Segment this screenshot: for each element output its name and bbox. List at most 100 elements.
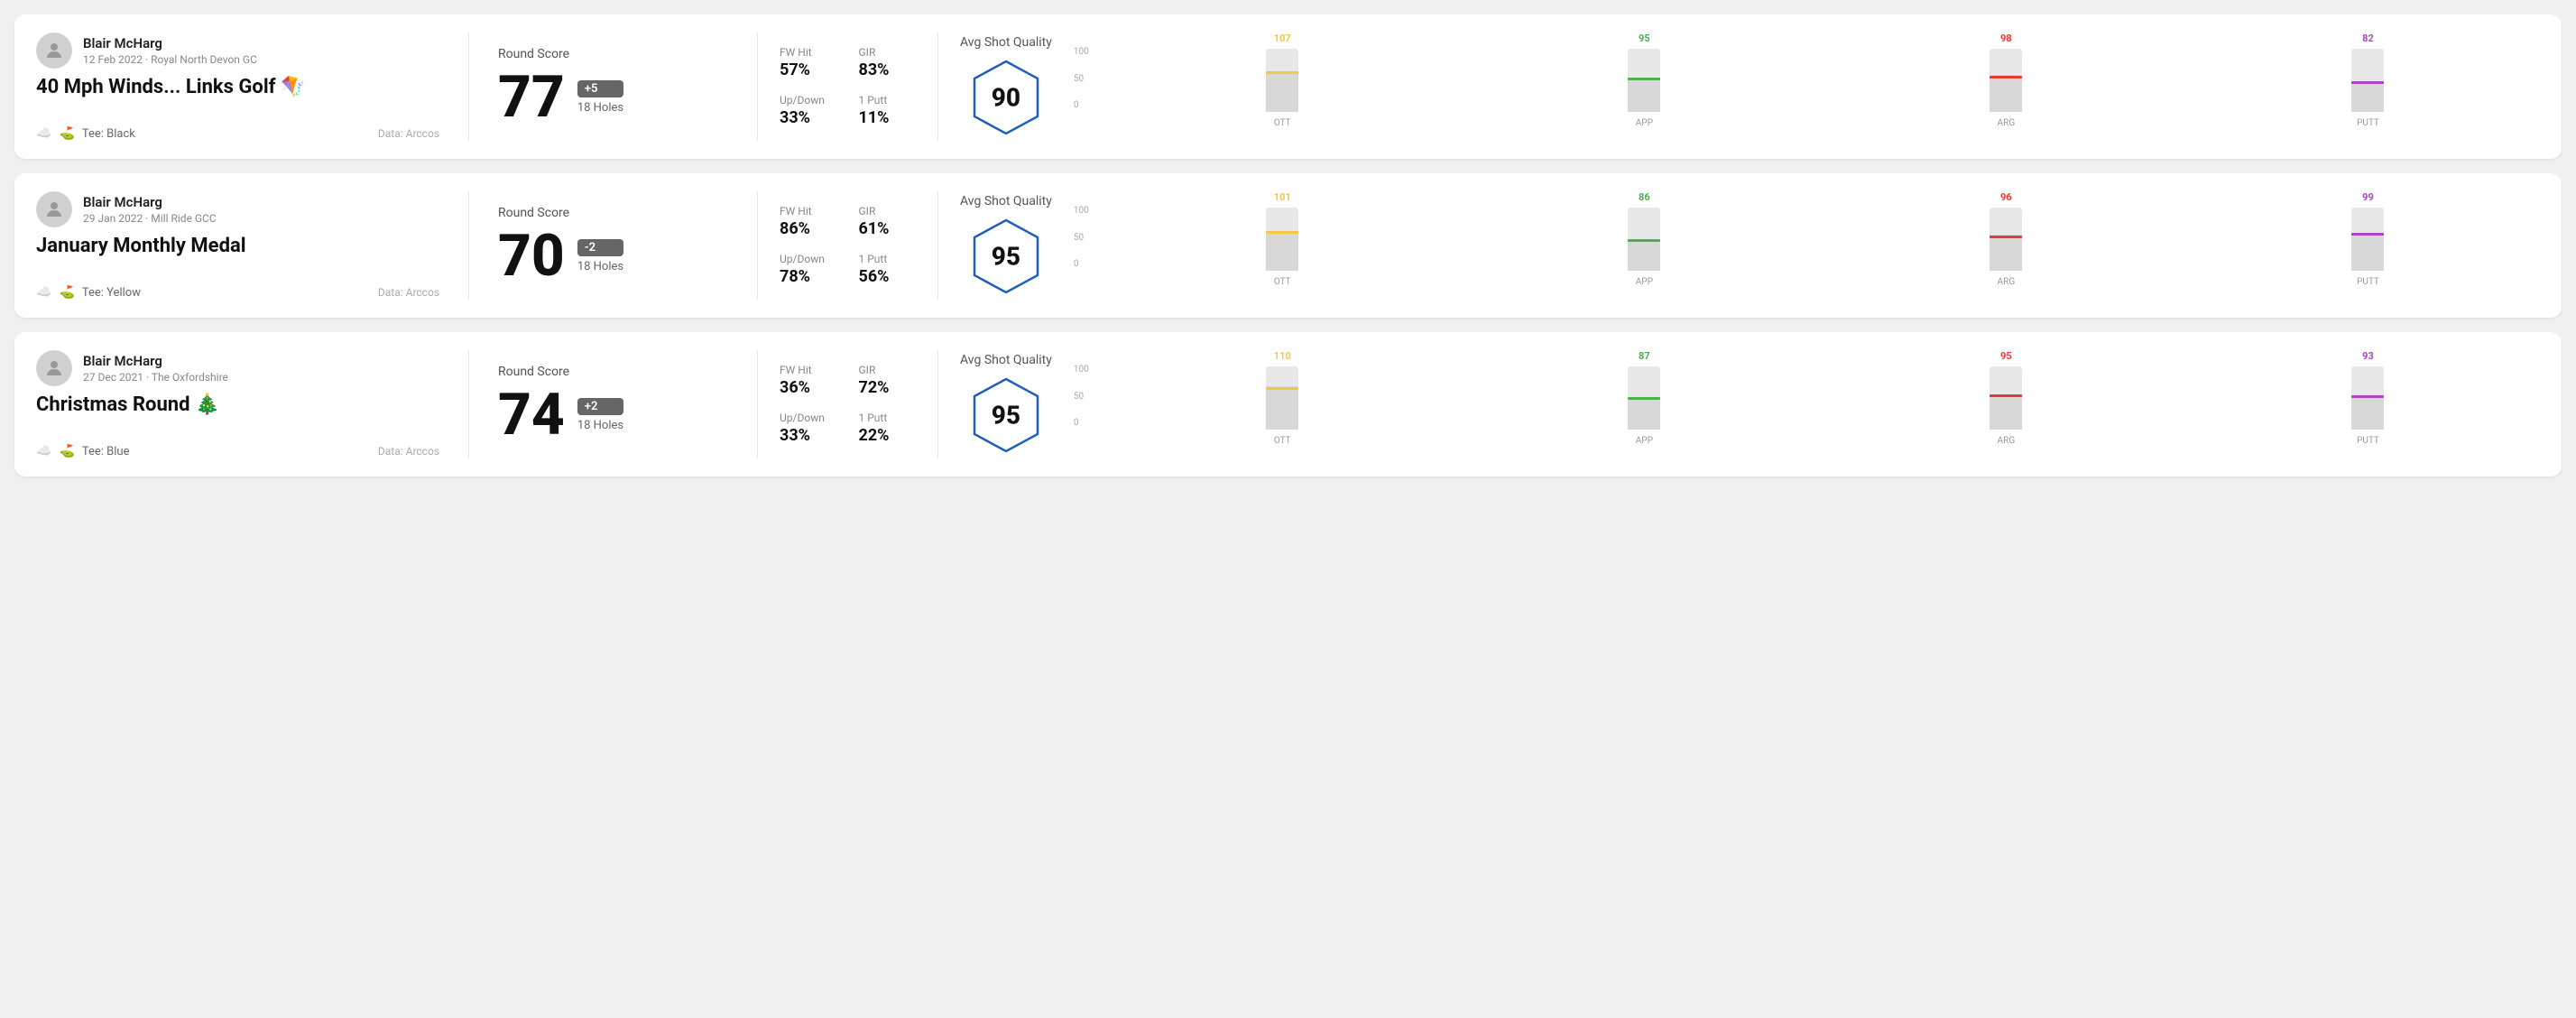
round-score-label-3: Round Score [498,365,728,379]
gir-stat-2: GIR 61% [859,205,917,238]
score-row-1: 77 +5 18 Holes [498,69,728,126]
player-date-course-1: 12 Feb 2022 · Royal North Devon GC [83,53,257,66]
bar-fill [1628,239,1660,271]
bar-wrapper [1990,366,2022,430]
round-card-1[interactable]: Blair McHarg 12 Feb 2022 · Royal North D… [14,14,2562,159]
holes-label-2: 18 Holes [577,260,623,273]
card-right-1: Avg Shot Quality 90 100500107OTT95APP98A… [938,32,2540,141]
y-axis-label: 0 [1074,100,1089,110]
round-card-2[interactable]: Blair McHarg 29 Jan 2022 · Mill Ride GCC… [14,173,2562,318]
bar-col-1: 110 OTT [1111,350,1454,446]
bar-col-4: 82PUTT [2196,32,2540,128]
y-axis-2: 100500 [1074,206,1093,269]
bar-top-label: 86 [1639,191,1650,203]
player-name-3: Blair McHarg [83,353,228,369]
bar-col-2: 86APP [1473,191,1816,287]
stat-group-top-3: FW Hit 36% GIR 72% [780,364,916,397]
bar-wrapper [1266,366,1298,430]
bar-x-label: PUTT [2357,277,2379,287]
weather-icon-2: ☁️ [36,285,51,300]
bar-marker [2351,395,2384,398]
avg-shot-section-1: Avg Shot Quality 90 [960,35,1052,138]
updown-value-3: 33% [780,426,837,445]
stat-group-bot-2: Up/Down 78% 1 Putt 56% [780,253,916,286]
oneputt-label-3: 1 Putt [859,412,917,424]
bar-x-label: APP [1636,436,1653,446]
bar-wrapper [1628,208,1660,271]
card-stats-1: FW Hit 57% GIR 83% Up/Down 33% 1 Putt 11… [758,32,938,141]
bar-wrapper [1990,49,2022,112]
bar-marker [2351,81,2384,84]
card-footer-2: ☁️ ⛳ Tee: Yellow Data: Arccos [36,285,439,300]
bar-top-label: 95 [1639,32,1650,44]
avg-shot-section-3: Avg Shot Quality 95 [960,353,1052,456]
updown-stat-2: Up/Down 78% [780,253,837,286]
hexagon-3: 95 [965,375,1047,456]
avatar-3 [36,350,72,386]
bar-marker [1990,236,2022,238]
bar-wrapper [1628,49,1660,112]
gir-value-1: 83% [859,60,917,79]
fw-hit-stat-1: FW Hit 57% [780,46,837,79]
bar-x-label: ARG [1998,118,2016,128]
y-axis-label: 100 [1074,206,1089,216]
bar-marker [1628,397,1660,400]
bar-top-label: 110 [1274,350,1291,362]
y-axis-label: 50 [1074,233,1089,243]
bar-wrapper [1266,49,1298,112]
stat-group-bot-3: Up/Down 33% 1 Putt 22% [780,412,916,445]
bar-top-label: 93 [2362,350,2374,362]
oneputt-stat-2: 1 Putt 56% [859,253,917,286]
oneputt-stat-1: 1 Putt 11% [859,94,917,127]
y-axis-label: 100 [1074,365,1089,375]
tee-info-2: ☁️ ⛳ Tee: Yellow [36,285,141,300]
bar-top-label: 99 [2362,191,2374,203]
bar-fill [1628,397,1660,430]
data-source-3: Data: Arccos [378,445,439,458]
bar-top-label: 82 [2362,32,2374,44]
oneputt-value-3: 22% [859,426,917,445]
player-date-course-2: 29 Jan 2022 · Mill Ride GCC [83,212,217,225]
bag-icon-2: ⛳ [59,285,74,300]
data-source-2: Data: Arccos [378,286,439,299]
oneputt-value-2: 56% [859,267,917,286]
bar-fill [1266,386,1298,430]
card-left-3: Blair McHarg 27 Dec 2021 · The Oxfordshi… [36,350,469,458]
stat-group-bot-1: Up/Down 33% 1 Putt 11% [780,94,916,127]
bar-marker [2351,233,2384,236]
bar-fill [1266,71,1298,113]
avg-shot-label-3: Avg Shot Quality [960,353,1052,367]
tee-label-3: Tee: Blue [82,445,130,458]
bar-x-label: ARG [1998,277,2016,287]
data-source-1: Data: Arccos [378,127,439,140]
card-left-2: Blair McHarg 29 Jan 2022 · Mill Ride GCC… [36,191,469,300]
tee-label-2: Tee: Yellow [82,286,141,300]
hex-score-3: 95 [992,401,1020,430]
bar-marker [1628,78,1660,80]
bar-top-label: 107 [1274,32,1291,44]
player-info-1: Blair McHarg 12 Feb 2022 · Royal North D… [36,32,439,69]
round-card-3[interactable]: Blair McHarg 27 Dec 2021 · The Oxfordshi… [14,332,2562,477]
bar-fill [1266,231,1298,271]
bar-top-label: 101 [1274,191,1291,203]
avg-shot-label-2: Avg Shot Quality [960,194,1052,208]
gir-value-3: 72% [859,378,917,397]
score-badge-1: +5 [577,80,623,97]
oneputt-value-1: 11% [859,108,917,127]
bar-x-label: OTT [1274,436,1291,446]
bar-marker [1266,387,1298,390]
avatar-2 [36,191,72,227]
y-axis-3: 100500 [1074,365,1093,428]
bar-chart-3: 100500110OTT87APP95ARG93PUTT [1074,350,2540,458]
tee-info-1: ☁️ ⛳ Tee: Black [36,126,135,141]
card-left-1: Blair McHarg 12 Feb 2022 · Royal North D… [36,32,469,141]
fw-hit-value-3: 36% [780,378,837,397]
bar-wrapper [1990,208,2022,271]
player-info-3: Blair McHarg 27 Dec 2021 · The Oxfordshi… [36,350,439,386]
fw-hit-label-2: FW Hit [780,205,837,217]
updown-stat-1: Up/Down 33% [780,94,837,127]
holes-label-1: 18 Holes [577,101,623,115]
bar-wrapper [1266,208,1298,271]
score-badge-2: -2 [577,239,623,256]
bar-col-3: 98ARG [1834,32,2178,128]
